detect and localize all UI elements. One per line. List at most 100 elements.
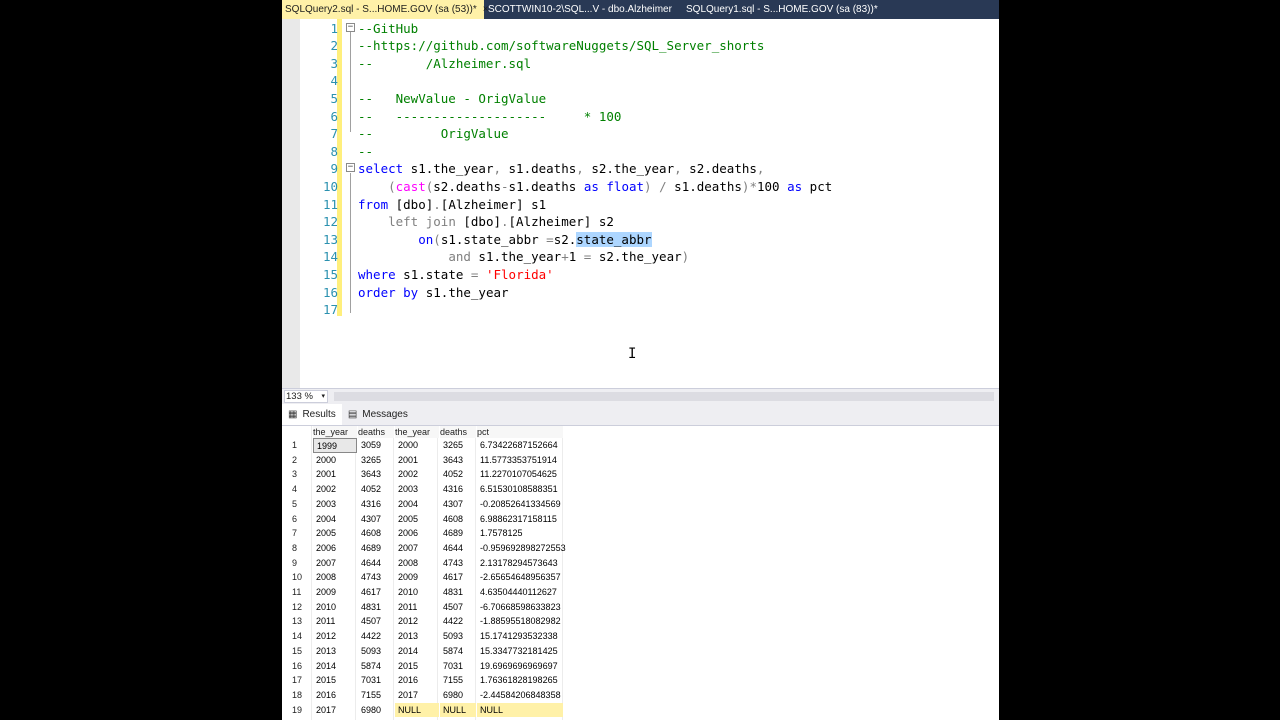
- grid-cell[interactable]: 4743: [358, 570, 394, 585]
- code-line[interactable]: -- -------------------- * 100: [358, 108, 621, 126]
- tab-sqlquery2[interactable]: SQLQuery2.sql - S...HOME.GOV (sa (53))* …: [282, 0, 489, 19]
- grid-cell[interactable]: 7031: [440, 659, 476, 674]
- grid-cell[interactable]: 1.76361828198265: [477, 673, 563, 688]
- table-row[interactable]: 15 2013 5093 2014 5874 15.3347732181425: [282, 644, 565, 659]
- grid-cell[interactable]: 6980: [440, 688, 476, 703]
- grid-cell[interactable]: 4608: [440, 512, 476, 527]
- grid-cell[interactable]: 3643: [440, 453, 476, 468]
- code-line[interactable]: -- NewValue - OrigValue: [358, 90, 546, 108]
- grid-cell[interactable]: 4.63504440112627: [477, 585, 563, 600]
- table-row[interactable]: 12 2010 4831 2011 4507 -6.70668598633823: [282, 600, 565, 615]
- table-row[interactable]: 17 2015 7031 2016 7155 1.76361828198265: [282, 673, 565, 688]
- code-line[interactable]: order by s1.the_year: [358, 284, 509, 302]
- grid-cell[interactable]: 2009: [313, 585, 357, 600]
- grid-cell[interactable]: 7031: [358, 673, 394, 688]
- grid-cell[interactable]: 4316: [358, 497, 394, 512]
- grid-cell[interactable]: NULL: [395, 702, 439, 718]
- grid-cell[interactable]: 6.73422687152664: [477, 438, 563, 453]
- code-line[interactable]: on(s1.state_abbr =s2.state_abbr: [358, 231, 652, 249]
- table-row[interactable]: 11 2009 4617 2010 4831 4.63504440112627: [282, 585, 565, 600]
- grid-cell[interactable]: 2000: [313, 453, 357, 468]
- grid-cell[interactable]: 2006: [313, 541, 357, 556]
- grid-cell[interactable]: 2012: [395, 614, 439, 629]
- grid-cell[interactable]: 2003: [313, 497, 357, 512]
- grid-cell[interactable]: 4644: [440, 541, 476, 556]
- code-line[interactable]: from [dbo].[Alzheimer] s1: [358, 196, 546, 214]
- grid-cell[interactable]: 2016: [395, 673, 439, 688]
- grid-cell[interactable]: 4608: [358, 526, 394, 541]
- grid-cell[interactable]: 2004: [313, 512, 357, 527]
- tab-alzheimer-table[interactable]: SCOTTWIN10-2\SQL...V - dbo.Alzheimer: [484, 0, 684, 19]
- table-row[interactable]: 1 1999 3059 2000 3265 6.73422687152664: [282, 438, 565, 453]
- table-row[interactable]: 10 2008 4743 2009 4617 -2.65654648956357: [282, 570, 565, 585]
- grid-cell[interactable]: -1.88595518082982: [477, 614, 563, 629]
- grid-cell[interactable]: 4307: [440, 497, 476, 512]
- grid-cell[interactable]: 5874: [440, 644, 476, 659]
- grid-cell[interactable]: 6.51530108588351: [477, 482, 563, 497]
- grid-cell[interactable]: 5874: [358, 659, 394, 674]
- table-row[interactable]: 9 2007 4644 2008 4743 2.13178294573643: [282, 556, 565, 571]
- grid-cell[interactable]: 4689: [358, 541, 394, 556]
- code-line[interactable]: --GitHub: [358, 20, 418, 38]
- grid-cell[interactable]: 11.5773353751914: [477, 453, 563, 468]
- grid-cell[interactable]: -2.44584206848358: [477, 688, 563, 703]
- grid-cell[interactable]: 2014: [395, 644, 439, 659]
- grid-cell[interactable]: 2013: [313, 644, 357, 659]
- grid-cell[interactable]: -6.70668598633823: [477, 600, 563, 615]
- grid-cell[interactable]: 5093: [358, 644, 394, 659]
- grid-cell[interactable]: 2017: [395, 688, 439, 703]
- grid-cell[interactable]: 2006: [395, 526, 439, 541]
- table-row[interactable]: 5 2003 4316 2004 4307 -0.20852641334569: [282, 497, 565, 512]
- grid-cell[interactable]: 4052: [440, 467, 476, 482]
- grid-cell[interactable]: 15.1741293532338: [477, 629, 563, 644]
- grid-cell[interactable]: 4644: [358, 556, 394, 571]
- grid-cell[interactable]: 4743: [440, 556, 476, 571]
- column-header[interactable]: deaths: [358, 426, 394, 438]
- grid-cell[interactable]: 2003: [395, 482, 439, 497]
- grid-cell[interactable]: 6.98862317158115: [477, 512, 563, 527]
- zoom-dropdown[interactable]: 133 % ▾: [284, 390, 328, 403]
- grid-cell[interactable]: 2015: [395, 659, 439, 674]
- table-row[interactable]: 7 2005 4608 2006 4689 1.7578125: [282, 526, 565, 541]
- column-header[interactable]: the_year: [313, 426, 357, 438]
- grid-cell[interactable]: 4052: [358, 482, 394, 497]
- tab-messages[interactable]: ▤ Messages: [342, 404, 414, 425]
- grid-cell[interactable]: 2014: [313, 659, 357, 674]
- table-row[interactable]: 18 2016 7155 2017 6980 -2.44584206848358: [282, 688, 565, 703]
- grid-cell[interactable]: 4307: [358, 512, 394, 527]
- grid-cell[interactable]: 2.13178294573643: [477, 556, 563, 571]
- code-line[interactable]: left join [dbo].[Alzheimer] s2: [358, 213, 614, 231]
- collapse-icon[interactable]: −: [346, 23, 355, 32]
- results-grid[interactable]: the_year deaths the_year deaths pct 1 1999 3059…: [282, 426, 999, 720]
- grid-cell[interactable]: 2010: [313, 600, 357, 615]
- grid-cell[interactable]: 3643: [358, 467, 394, 482]
- grid-cell[interactable]: 3265: [440, 438, 476, 453]
- grid-cell[interactable]: 4831: [440, 585, 476, 600]
- grid-cell[interactable]: 2011: [313, 614, 357, 629]
- grid-cell[interactable]: 3059: [358, 438, 394, 453]
- table-row[interactable]: 2 2000 3265 2001 3643 11.5773353751914: [282, 453, 565, 468]
- grid-cell[interactable]: 4507: [358, 614, 394, 629]
- table-row[interactable]: 8 2006 4689 2007 4644 -0.959692898272553: [282, 541, 566, 556]
- grid-cell[interactable]: 2005: [313, 526, 357, 541]
- grid-cell[interactable]: 2002: [395, 467, 439, 482]
- grid-cell[interactable]: 2011: [395, 600, 439, 615]
- grid-cell[interactable]: NULL: [477, 702, 563, 718]
- grid-cell[interactable]: 2008: [395, 556, 439, 571]
- grid-cell[interactable]: 4507: [440, 600, 476, 615]
- code-line[interactable]: --: [358, 143, 373, 161]
- grid-cell[interactable]: 2015: [313, 673, 357, 688]
- table-row[interactable]: 6 2004 4307 2005 4608 6.98862317158115: [282, 512, 565, 527]
- grid-cell[interactable]: 2007: [395, 541, 439, 556]
- grid-cell[interactable]: 2016: [313, 688, 357, 703]
- tab-sqlquery1[interactable]: SQLQuery1.sql - S...HOME.GOV (sa (83))*: [684, 0, 884, 19]
- grid-cell[interactable]: 4422: [358, 629, 394, 644]
- column-header[interactable]: the_year: [395, 426, 439, 438]
- grid-cell[interactable]: 15.3347732181425: [477, 644, 563, 659]
- grid-cell[interactable]: 2007: [313, 556, 357, 571]
- grid-cell[interactable]: 2013: [395, 629, 439, 644]
- grid-cell[interactable]: 6980: [358, 703, 394, 718]
- grid-cell[interactable]: 2008: [313, 570, 357, 585]
- grid-cell[interactable]: -2.65654648956357: [477, 570, 563, 585]
- grid-cell[interactable]: 2017: [313, 703, 357, 718]
